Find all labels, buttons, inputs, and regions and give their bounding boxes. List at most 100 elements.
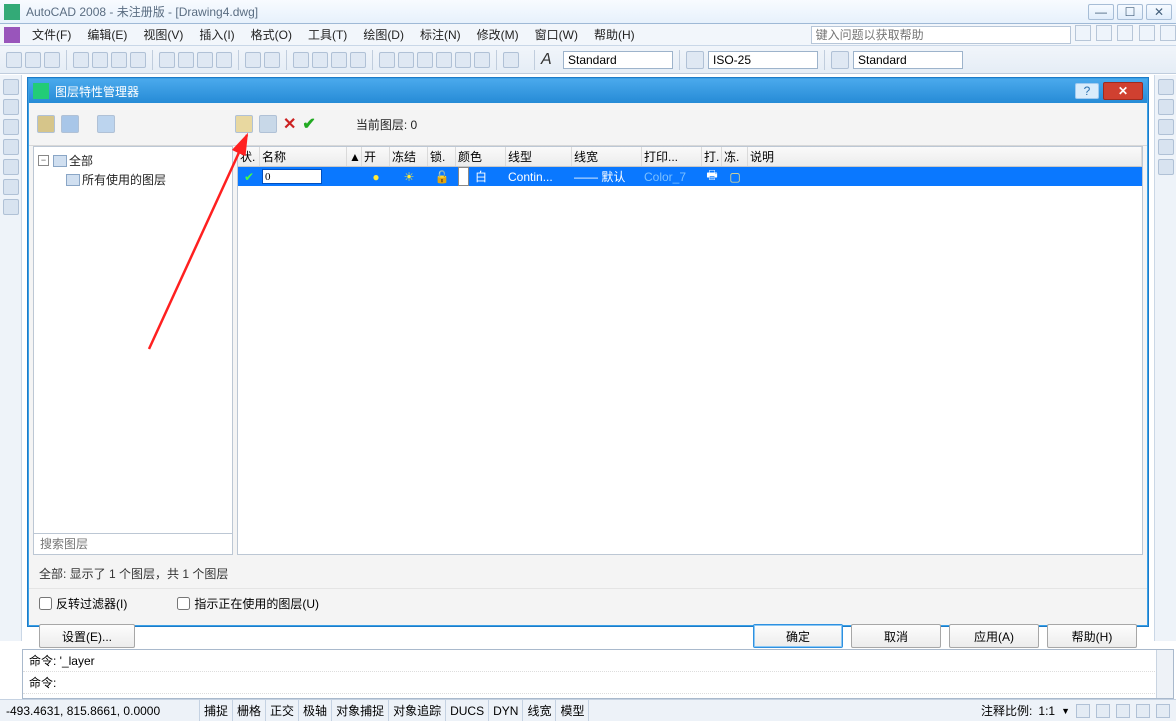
col-linetype[interactable]: 线型 <box>506 147 572 166</box>
filter-tree[interactable]: −全部 所有使用的图层 <box>33 146 233 555</box>
col-freeze[interactable]: 冻结 <box>390 147 428 166</box>
row-linetype-cell[interactable]: Contin... <box>506 167 572 186</box>
row-freeze-vp-icon[interactable]: ▢ <box>722 167 748 186</box>
helpq-icon[interactable] <box>503 52 519 68</box>
dim-style-combo[interactable] <box>708 51 818 69</box>
dcenter-icon[interactable] <box>398 52 414 68</box>
toggle-polar[interactable]: 极轴 <box>299 700 332 721</box>
maximize-button[interactable]: ☐ <box>1117 4 1143 20</box>
circle-icon[interactable] <box>3 119 19 135</box>
calc-icon[interactable] <box>474 52 490 68</box>
delete-layer-icon[interactable]: ✕ <box>283 114 296 134</box>
print-icon[interactable] <box>73 52 89 68</box>
open-icon[interactable] <box>25 52 41 68</box>
new-icon[interactable] <box>6 52 22 68</box>
dialog-help-button[interactable]: ? <box>1075 83 1099 99</box>
paste-icon[interactable] <box>197 52 213 68</box>
row-plotstyle-cell[interactable]: Color_7 <box>642 167 702 186</box>
cancel-button[interactable]: 取消 <box>851 624 941 648</box>
zoom-rt-icon[interactable] <box>312 52 328 68</box>
col-on[interactable]: 开 <box>362 147 390 166</box>
copy-obj-icon[interactable] <box>1158 99 1174 115</box>
text-icon[interactable] <box>3 199 19 215</box>
layer-states-manager-icon[interactable] <box>97 115 115 133</box>
clean-screen-icon[interactable] <box>1156 704 1170 718</box>
command-prompt[interactable]: 命令: <box>23 672 1173 694</box>
col-lock[interactable]: 锁. <box>428 147 456 166</box>
redo-icon[interactable] <box>264 52 280 68</box>
offset-icon[interactable] <box>1158 139 1174 155</box>
close-button[interactable]: ✕ <box>1146 4 1172 20</box>
rect-icon[interactable] <box>3 159 19 175</box>
zoom-prev-icon[interactable] <box>350 52 366 68</box>
erase-icon[interactable] <box>1158 79 1174 95</box>
toggle-otrack[interactable]: 对象追踪 <box>389 700 446 721</box>
shield-icon[interactable] <box>1139 25 1155 41</box>
arc-icon[interactable] <box>3 139 19 155</box>
toggle-grid[interactable]: 栅格 <box>233 700 266 721</box>
layer-name-input[interactable] <box>262 169 322 184</box>
ok-button[interactable]: 确定 <box>753 624 843 648</box>
table-style-icon[interactable] <box>831 51 849 69</box>
menu-tools[interactable]: 工具(T) <box>300 24 355 45</box>
row-lineweight-cell[interactable]: —— 默认 <box>572 167 642 186</box>
command-line[interactable]: 命令: '_layer 命令: <box>22 649 1174 699</box>
row-plot-icon[interactable]: 🖶 <box>702 167 722 186</box>
col-color[interactable]: 颜色 <box>456 147 506 166</box>
row-name-cell[interactable] <box>260 167 362 186</box>
copy-icon[interactable] <box>178 52 194 68</box>
line-icon[interactable] <box>3 79 19 95</box>
menu-view[interactable]: 视图(V) <box>135 24 191 45</box>
layer-search-input[interactable] <box>33 533 233 555</box>
pline-icon[interactable] <box>3 99 19 115</box>
undo-icon[interactable] <box>245 52 261 68</box>
mirror-icon[interactable] <box>1158 119 1174 135</box>
col-freeze-vp[interactable]: 冻. <box>722 147 748 166</box>
menu-window[interactable]: 窗口(W) <box>527 24 586 45</box>
table-style-combo[interactable] <box>853 51 963 69</box>
sheetset-icon[interactable] <box>436 52 452 68</box>
menu-insert[interactable]: 插入(I) <box>191 24 242 45</box>
apply-button[interactable]: 应用(A) <box>949 624 1039 648</box>
toggle-lwt[interactable]: 线宽 <box>523 700 556 721</box>
anno-visibility-icon[interactable] <box>1076 704 1090 718</box>
column-header[interactable]: 状. 名称 ▲ 开 冻结 锁. 颜色 线型 线宽 打印... 打. 冻. 说明 <box>238 147 1142 167</box>
toggle-dyn[interactable]: DYN <box>489 700 523 721</box>
toggle-model[interactable]: 模型 <box>556 700 589 721</box>
row-freeze-icon[interactable]: ☀ <box>390 167 428 186</box>
match-prop-icon[interactable] <box>216 52 232 68</box>
save-icon[interactable] <box>44 52 60 68</box>
settings-button[interactable]: 设置(E)... <box>39 624 135 648</box>
invert-filter-checkbox[interactable]: 反转过滤器(I) <box>39 595 127 612</box>
help-search-input[interactable] <box>811 26 1071 44</box>
menu-draw[interactable]: 绘图(D) <box>355 24 412 45</box>
hardware-accel-icon[interactable] <box>1136 704 1150 718</box>
pan-icon[interactable] <box>293 52 309 68</box>
zoom-win-icon[interactable] <box>331 52 347 68</box>
array-icon[interactable] <box>1158 159 1174 175</box>
new-layer-frozen-vp-icon[interactable] <box>259 115 277 133</box>
preview-icon[interactable] <box>92 52 108 68</box>
help-button[interactable]: 帮助(H) <box>1047 624 1137 648</box>
toggle-snap[interactable]: 捕捉 <box>200 700 233 721</box>
tree-child-node[interactable]: 所有使用的图层 <box>38 170 228 189</box>
markup-icon[interactable] <box>455 52 471 68</box>
layer-row[interactable]: ✔ ● ☀ 🔓 白 Contin... —— 默认 Color_7 🖶 ▢ <box>238 167 1142 186</box>
command-scrollbar[interactable] <box>1156 650 1173 698</box>
text-style-icon[interactable]: A <box>541 51 559 69</box>
share-icon[interactable] <box>130 52 146 68</box>
col-lineweight[interactable]: 线宽 <box>572 147 642 166</box>
tree-root-node[interactable]: −全部 <box>38 151 228 170</box>
annotation-scale-value[interactable]: 1:1 <box>1038 704 1055 718</box>
new-layer-icon[interactable] <box>235 115 253 133</box>
col-plotstyle[interactable]: 打印... <box>642 147 702 166</box>
new-group-filter-icon[interactable] <box>61 115 79 133</box>
row-color-cell[interactable]: 白 <box>456 167 506 186</box>
col-description[interactable]: 说明 <box>748 147 1142 166</box>
indicate-in-use-checkbox[interactable]: 指示正在使用的图层(U) <box>177 595 319 612</box>
col-sort-indicator[interactable]: ▲ <box>347 147 362 166</box>
anno-autoscale-icon[interactable] <box>1096 704 1110 718</box>
star-icon[interactable] <box>1117 25 1133 41</box>
col-status[interactable]: 状. <box>238 147 260 166</box>
dim-style-icon[interactable] <box>686 51 704 69</box>
